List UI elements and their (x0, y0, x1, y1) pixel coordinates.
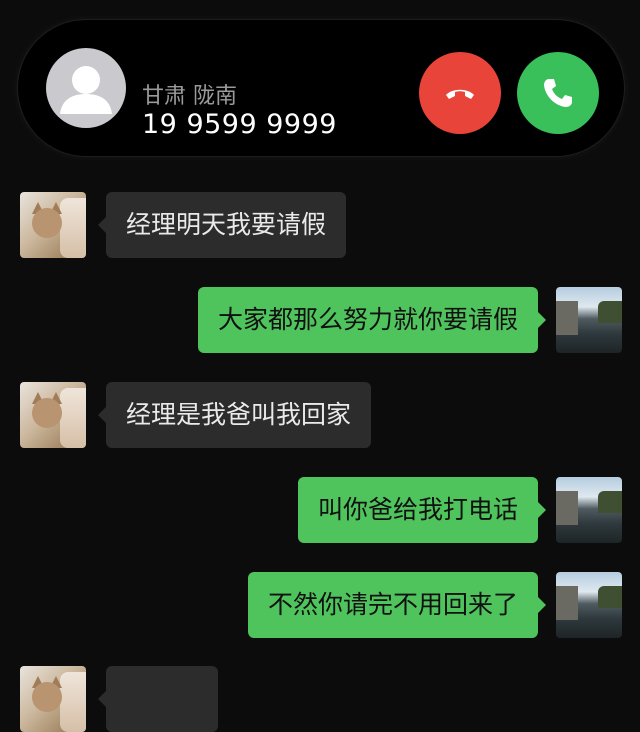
incoming-message-bubble[interactable] (98, 666, 218, 732)
outgoing-message-bubble[interactable]: 叫你爸给我打电话 (297, 477, 547, 543)
incoming-call-banner[interactable]: 甘肃 陇南 19 9599 9999 (18, 20, 624, 156)
incoming-message-bubble[interactable]: 经理是我爸叫我回家 (97, 382, 372, 448)
outgoing-message-bubble[interactable]: 不然你请完不用回来了 (247, 572, 547, 638)
self-avatar[interactable] (556, 572, 622, 638)
contact-avatar[interactable] (20, 666, 86, 732)
caller-phone-number: 19 9599 9999 (142, 109, 337, 140)
accept-call-button[interactable] (517, 52, 599, 134)
contact-avatar[interactable] (20, 192, 86, 258)
phone-icon (544, 79, 572, 107)
phone-hangup-icon (446, 89, 474, 99)
contact-avatar[interactable] (20, 382, 86, 448)
decline-call-button[interactable] (419, 52, 501, 134)
incoming-message-bubble[interactable]: 经理明天我要请假 (97, 192, 347, 258)
outgoing-message-bubble[interactable]: 大家都那么努力就你要请假 (197, 287, 547, 353)
person-icon (60, 66, 112, 114)
caller-location: 甘肃 陇南 (142, 84, 237, 109)
caller-avatar (46, 48, 126, 128)
self-avatar[interactable] (556, 287, 622, 353)
self-avatar[interactable] (556, 477, 622, 543)
